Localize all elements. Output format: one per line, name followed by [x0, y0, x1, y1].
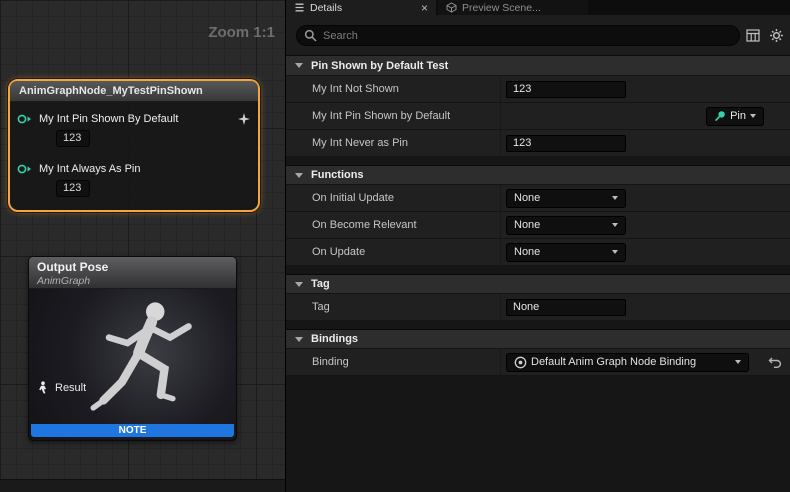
- pin-value-field[interactable]: 123: [56, 180, 90, 197]
- details-tab-icon: [294, 2, 305, 13]
- section-header[interactable]: Bindings: [286, 329, 790, 349]
- property-value: 123: [501, 76, 790, 102]
- property-row: My Int Not Shown 123: [286, 76, 790, 103]
- pin-row: My Int Pin Shown By Default: [17, 112, 250, 126]
- details-panel: Details × Preview Scene...: [285, 0, 790, 492]
- property-label: On Become Relevant: [286, 212, 501, 238]
- tab-preview-scene[interactable]: Preview Scene...: [438, 0, 588, 15]
- property-label: On Initial Update: [286, 185, 501, 211]
- property-row: My Int Never as Pin 123: [286, 130, 790, 157]
- tab-label: Preview Scene...: [462, 2, 541, 14]
- dropdown[interactable]: None: [506, 216, 626, 235]
- section-title: Functions: [311, 169, 364, 181]
- output-pose-node[interactable]: Output Pose AnimGraph: [28, 256, 237, 441]
- pin-toggle-icon[interactable]: [238, 113, 250, 125]
- chevron-down-icon: [612, 250, 618, 254]
- search-icon: [304, 29, 317, 42]
- text-field[interactable]: 123: [506, 135, 626, 152]
- property-row: On Update None: [286, 239, 790, 266]
- search-input[interactable]: [296, 25, 740, 46]
- graph-footer-strip: [0, 479, 285, 492]
- chevron-down-icon: [295, 173, 303, 178]
- property-value: None: [501, 212, 790, 238]
- pin-value-field[interactable]: 123: [56, 130, 90, 147]
- property-value: Default Anim Graph Node Binding: [501, 349, 790, 375]
- pin-row: My Int Always As Pin: [17, 162, 250, 176]
- pin-label: My Int Pin Shown By Default: [39, 113, 178, 125]
- result-pin[interactable]: Result: [37, 381, 86, 394]
- property-value: 123: [501, 130, 790, 156]
- property-label: Binding: [286, 349, 501, 375]
- details-toolbar: [286, 15, 790, 56]
- mannequin-image: [71, 295, 221, 441]
- section-header[interactable]: Pin Shown by Default Test: [286, 56, 790, 76]
- int-pin-icon[interactable]: [17, 113, 32, 125]
- revert-icon: [768, 356, 782, 368]
- property-row: Binding Default Anim Graph Node Binding: [286, 349, 790, 376]
- dropdown-value: None: [514, 246, 540, 258]
- anim-node-title[interactable]: AnimGraphNode_MyTestPinShown: [10, 81, 258, 102]
- chevron-down-icon: [735, 360, 741, 364]
- close-icon[interactable]: ×: [421, 3, 428, 13]
- property-label: My Int Not Shown: [286, 76, 501, 102]
- revert-icon[interactable]: [768, 356, 782, 368]
- property-row: On Initial Update None: [286, 185, 790, 212]
- property-row: My Int Pin Shown by Default Pin: [286, 103, 790, 130]
- tab-details[interactable]: Details ×: [286, 0, 436, 15]
- section-header[interactable]: Functions: [286, 165, 790, 185]
- property-label: My Int Never as Pin: [286, 130, 501, 156]
- property-value: None: [501, 239, 790, 265]
- section-header[interactable]: Tag: [286, 274, 790, 294]
- property-matrix-icon[interactable]: [746, 29, 760, 42]
- chevron-down-icon: [295, 282, 303, 287]
- property-label: On Update: [286, 239, 501, 265]
- dropdown[interactable]: None: [506, 243, 626, 262]
- preview-scene-tab-icon: [446, 2, 457, 13]
- unreal-editor-window: Zoom 1:1 AnimGraphNode_MyTestPinShown My…: [0, 0, 790, 492]
- property-value: None: [501, 185, 790, 211]
- text-field[interactable]: None: [506, 299, 626, 316]
- property-sections: Pin Shown by Default Test My Int Not Show…: [286, 56, 790, 376]
- binding-value: Default Anim Graph Node Binding: [531, 356, 696, 368]
- int-pin-icon[interactable]: [17, 163, 32, 175]
- pin-button-label: Pin: [730, 110, 746, 122]
- output-pose-body: Result NOTE: [29, 289, 236, 439]
- result-pin-label: Result: [55, 382, 86, 394]
- property-row: On Become Relevant None: [286, 212, 790, 239]
- anim-graph-node[interactable]: AnimGraphNode_MyTestPinShown My Int Pin …: [8, 79, 260, 212]
- zoom-level-label: Zoom 1:1: [208, 24, 275, 41]
- binding-dropdown[interactable]: Default Anim Graph Node Binding: [506, 353, 749, 372]
- chevron-down-icon: [612, 223, 618, 227]
- property-label: My Int Pin Shown by Default: [286, 103, 501, 129]
- section-title: Bindings: [311, 333, 358, 345]
- map-pin-icon: [714, 110, 726, 122]
- pin-label: My Int Always As Pin: [39, 163, 140, 175]
- chevron-down-icon: [750, 114, 756, 118]
- property-value: None: [501, 294, 790, 320]
- chevron-down-icon: [295, 63, 303, 68]
- section-title: Tag: [311, 278, 330, 290]
- gear-icon[interactable]: [769, 28, 784, 43]
- property-row: Tag None: [286, 294, 790, 321]
- anim-node-body: My Int Pin Shown By Default 123 My Int A…: [10, 102, 258, 210]
- dropdown-value: None: [514, 219, 540, 231]
- property-value: Pin: [501, 103, 790, 129]
- pin-visibility-button[interactable]: Pin: [706, 107, 764, 126]
- tab-bar: Details × Preview Scene...: [286, 0, 790, 15]
- chevron-down-icon: [295, 337, 303, 342]
- property-label: Tag: [286, 294, 501, 320]
- section-title: Pin Shown by Default Test: [311, 60, 448, 72]
- tab-label: Details: [310, 2, 342, 14]
- chevron-down-icon: [612, 196, 618, 200]
- dropdown-value: None: [514, 192, 540, 204]
- output-pose-subtitle: AnimGraph: [37, 275, 228, 287]
- text-field[interactable]: 123: [506, 81, 626, 98]
- dropdown[interactable]: None: [506, 189, 626, 208]
- pose-pin-icon: [37, 381, 49, 394]
- output-pose-title: Output Pose: [37, 260, 228, 274]
- binding-icon: [514, 356, 527, 369]
- animgraph-canvas[interactable]: Zoom 1:1 AnimGraphNode_MyTestPinShown My…: [0, 0, 285, 492]
- note-badge[interactable]: NOTE: [31, 424, 234, 437]
- output-pose-header[interactable]: Output Pose AnimGraph: [29, 257, 236, 289]
